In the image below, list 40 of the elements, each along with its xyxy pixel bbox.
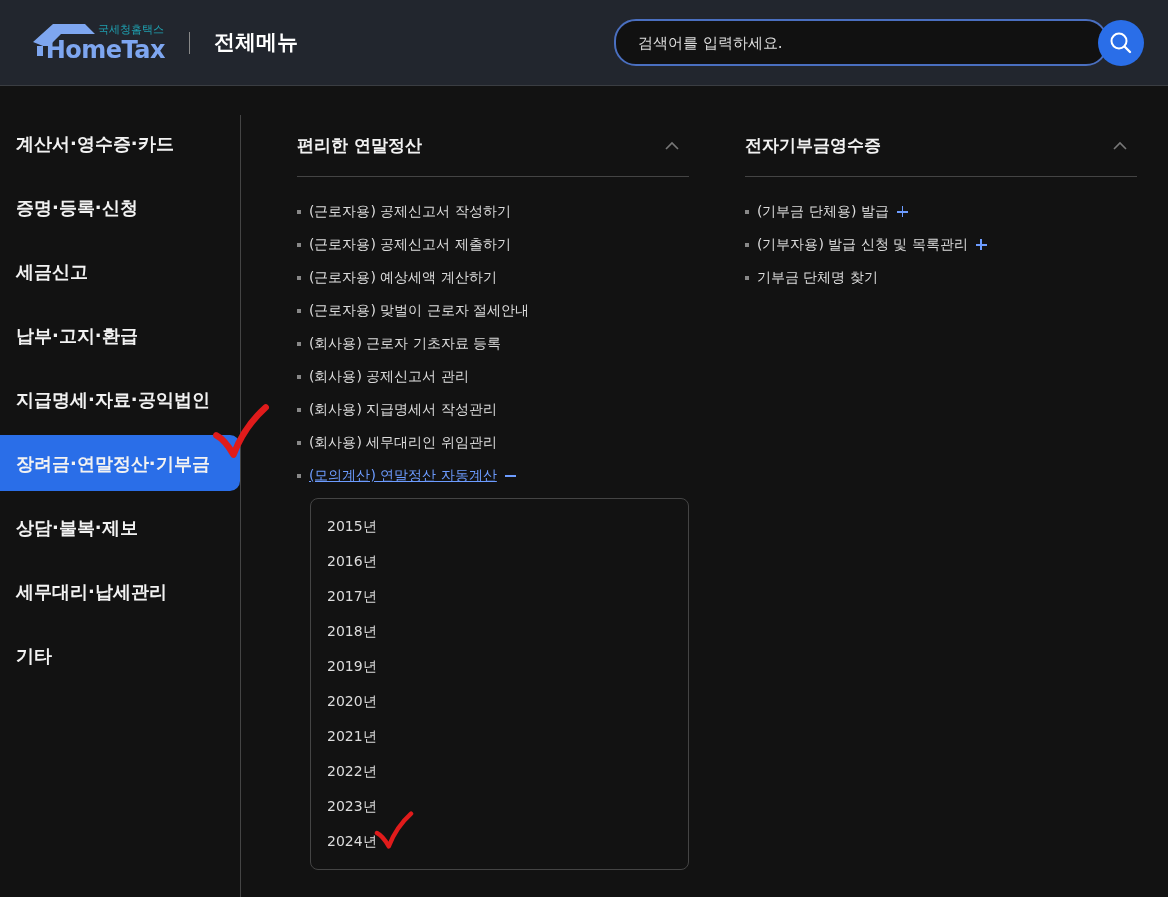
- year-link[interactable]: 2016년: [327, 551, 377, 572]
- year-link[interactable]: 2018년: [327, 621, 377, 642]
- sidebar-item[interactable]: 납부·고지·환급: [0, 307, 240, 363]
- year-link[interactable]: 2022년: [327, 761, 377, 782]
- menu-link[interactable]: (근로자용) 공제신고서 제출하기: [309, 234, 511, 255]
- year-link[interactable]: 2015년: [327, 516, 377, 537]
- menu-link[interactable]: (회사용) 공제신고서 관리: [309, 366, 469, 387]
- plus-icon[interactable]: [896, 206, 908, 217]
- menu-link[interactable]: (회사용) 지급명세서 작성관리: [309, 399, 497, 420]
- sidebar-item[interactable]: 지급명세·자료·공익법인: [0, 371, 240, 427]
- sidebar-item[interactable]: 상담·불복·제보: [0, 499, 240, 555]
- menu-link[interactable]: (기부금 단체용) 발급: [757, 201, 889, 222]
- section-title: 전자기부금영수증: [745, 133, 881, 157]
- year-link[interactable]: 2021년: [327, 726, 377, 747]
- year-link[interactable]: 2017년: [327, 586, 377, 607]
- menu-link[interactable]: (회사용) 근로자 기초자료 등록: [309, 333, 502, 354]
- chevron-up-icon[interactable]: [665, 141, 679, 150]
- menu-link[interactable]: (근로자용) 공제신고서 작성하기: [309, 201, 511, 222]
- menu-link[interactable]: (근로자용) 예상세액 계산하기: [309, 267, 497, 288]
- search-icon: [1109, 30, 1133, 55]
- chevron-up-icon[interactable]: [1113, 141, 1127, 150]
- menu-link[interactable]: (모의계산) 연말정산 자동계산: [309, 465, 497, 486]
- sidebar-item[interactable]: 세무대리·납세관리: [0, 563, 240, 619]
- sidebar-item[interactable]: 증명·등록·신청: [0, 179, 240, 235]
- plus-icon[interactable]: [975, 239, 987, 250]
- menu-link[interactable]: (근로자용) 맞벌이 근로자 절세안내: [309, 300, 530, 321]
- sidebar-item[interactable]: 계산서·영수증·카드: [0, 115, 240, 171]
- sidebar-item[interactable]: 세금신고: [0, 243, 240, 299]
- menu-link[interactable]: 기부금 단체명 찾기: [757, 267, 878, 288]
- sidebar-item[interactable]: 기타: [0, 627, 240, 683]
- year-link[interactable]: 2023년: [327, 796, 377, 817]
- page-title: 전체메뉴: [214, 28, 298, 56]
- year-link[interactable]: 2020년: [327, 691, 377, 712]
- year-link[interactable]: 2019년: [327, 656, 377, 677]
- menu-link[interactable]: (회사용) 세무대리인 위임관리: [309, 432, 497, 453]
- section-title: 편리한 연말정산: [297, 133, 422, 157]
- menu-link[interactable]: (기부자용) 발급 신청 및 목록관리: [757, 234, 968, 255]
- year-link[interactable]: 2024년: [327, 831, 377, 852]
- sidebar-item[interactable]: 장려금·연말정산·기부금: [0, 435, 240, 491]
- logo[interactable]: 국세청홈택스 HomeTax: [33, 23, 165, 62]
